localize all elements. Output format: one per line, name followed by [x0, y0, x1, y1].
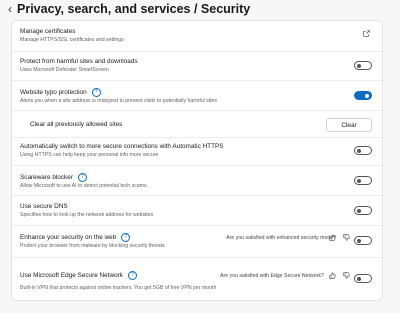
secure-network-row: Use Microsoft Edge Secure Network ? Buil… [20, 271, 376, 292]
divider [12, 195, 382, 196]
page-title: Privacy, search, and services / Security [17, 2, 251, 16]
divider [12, 110, 382, 111]
thumbs-down-icon[interactable] [343, 234, 350, 241]
smartscreen-title: Protect from harmful sites and downloads [20, 58, 138, 65]
manage-certificates-title: Manage certificates [20, 28, 76, 35]
thumbs-up-icon[interactable] [329, 234, 336, 241]
scareware-description: Allow Microsoft to use AI to detect pote… [20, 183, 149, 189]
divider [12, 80, 382, 81]
divider [12, 137, 382, 138]
chevron-left-icon: ‹ [8, 2, 12, 16]
auto-https-row: Automatically switch to more secure conn… [20, 143, 376, 159]
help-icon[interactable]: ? [121, 233, 131, 242]
secure-dns-title: Use secure DNS [20, 203, 68, 210]
auto-https-title: Automatically switch to more secure conn… [20, 143, 224, 150]
smartscreen-toggle[interactable] [354, 61, 372, 70]
enhance-security-title: Enhance your security on the web [20, 233, 117, 241]
smartscreen-row: Protect from harmful sites and downloads… [20, 58, 376, 74]
scareware-toggle[interactable] [354, 176, 372, 185]
typo-protection-description: Alerts you when a site address is mistyp… [20, 98, 217, 104]
page-header: ‹ Privacy, search, and services / Securi… [0, 0, 400, 18]
manage-certificates-description: Manage HTTPS/SSL certificates and settin… [20, 37, 124, 43]
enhance-security-row: Enhance your security on the web ? Prote… [20, 233, 376, 250]
security-settings-card: Manage certificates Manage HTTPS/SSL cer… [12, 21, 382, 300]
typo-protection-title: Website typo protection [20, 88, 87, 96]
secure-network-toggle[interactable] [354, 274, 372, 283]
smartscreen-description: Uses Microsoft Defender SmartScreen [20, 67, 109, 73]
divider [12, 257, 382, 258]
scareware-row: Scareware blocker ? Allow Microsoft to u… [20, 173, 376, 190]
secure-network-title: Use Microsoft Edge Secure Network [20, 271, 123, 279]
typo-protection-row: Website typo protection ? Alerts you whe… [20, 88, 376, 105]
divider [12, 225, 382, 226]
clear-allowed-sites-title: Clear all previously allowed sites [30, 121, 123, 128]
help-icon[interactable]: ? [91, 88, 101, 97]
scareware-title: Scareware blocker [20, 173, 73, 181]
secure-network-description: Built-in VPN that protects against onlin… [20, 285, 217, 291]
secure-dns-row: Use secure DNS Specifies how to look up … [20, 203, 376, 219]
thumbs-down-icon[interactable] [343, 272, 350, 279]
enhance-security-survey: Are you satisfied with enhanced security… [226, 235, 336, 241]
help-icon[interactable]: ? [77, 173, 87, 182]
secure-dns-description: Specifies how to look up the network add… [20, 212, 154, 218]
enhance-security-description: Protect your browser from malware by blo… [20, 243, 165, 249]
secure-network-survey: Are you satisfied with Edge Secure Netwo… [220, 273, 324, 279]
divider [12, 51, 382, 52]
clear-allowed-sites-row: Clear all previously allowed sites Clear [20, 118, 376, 132]
auto-https-toggle[interactable] [354, 146, 372, 155]
help-icon[interactable]: ? [128, 271, 137, 280]
external-link-icon[interactable] [363, 30, 370, 37]
divider [12, 165, 382, 166]
thumbs-up-icon[interactable] [329, 272, 336, 279]
secure-dns-toggle[interactable] [354, 206, 372, 215]
typo-protection-toggle[interactable] [354, 91, 372, 100]
manage-certificates-row[interactable]: Manage certificates Manage HTTPS/SSL cer… [20, 28, 376, 44]
clear-button[interactable]: Clear [326, 118, 372, 132]
enhance-security-toggle[interactable] [354, 236, 372, 245]
auto-https-description: Using HTTPS can help keep your personal … [20, 152, 159, 158]
back-button[interactable]: ‹ [3, 0, 17, 18]
